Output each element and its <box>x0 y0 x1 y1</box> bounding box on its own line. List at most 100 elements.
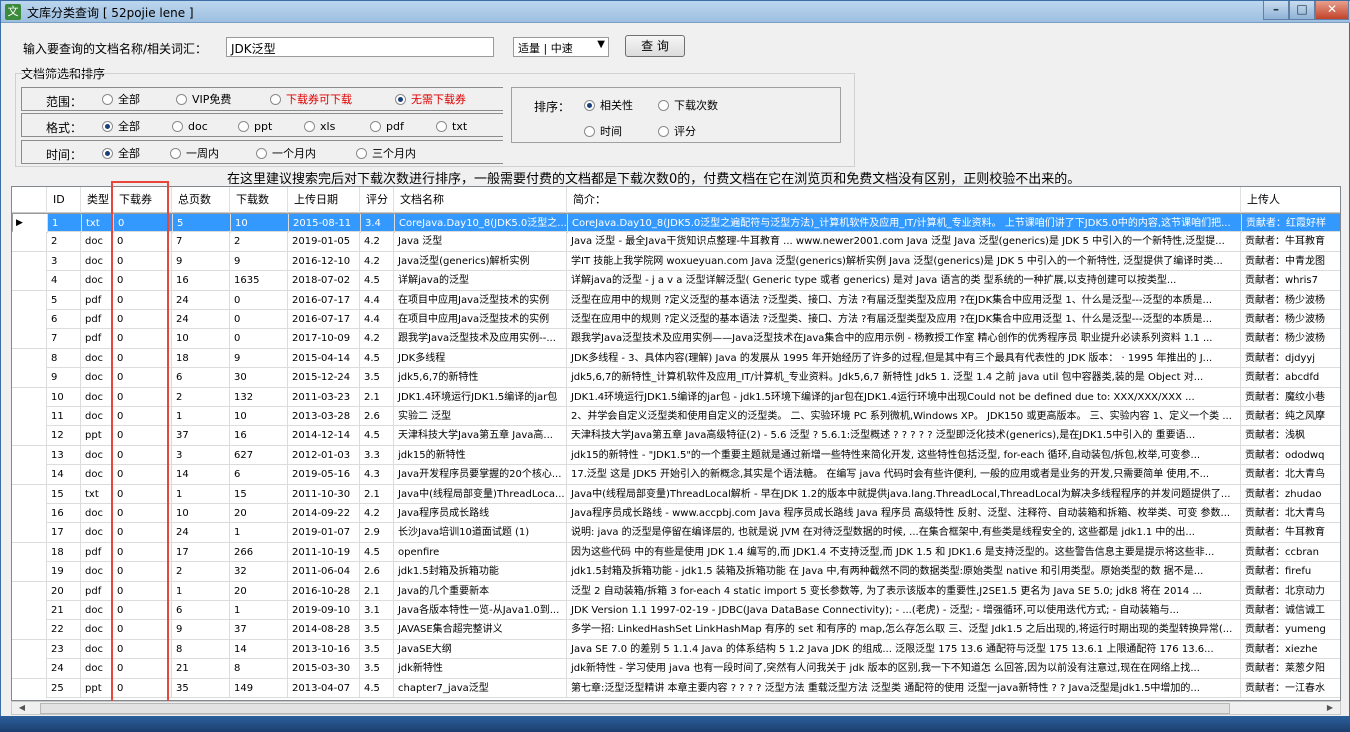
cell-pages[interactable]: 16 <box>172 271 230 291</box>
cell-type[interactable]: doc <box>81 407 113 426</box>
cell-upload-date[interactable]: 2013-04-07 <box>288 678 360 698</box>
cell-coupon[interactable]: 0 <box>113 329 172 349</box>
cell-downloads[interactable]: 10 <box>230 407 288 426</box>
cell-coupon[interactable]: 0 <box>114 214 173 233</box>
cell-id[interactable]: 21 <box>47 601 81 620</box>
cell-summary[interactable]: jdk新特性 - 学习使用 java 也有一段时间了,突然有人问我关于 jdk … <box>567 659 1241 679</box>
scroll-right-icon[interactable]: ▶ <box>1322 702 1338 714</box>
cell-uploader[interactable]: 贡献者：红霞好样 <box>1242 214 1340 233</box>
cell-doc-name[interactable]: 在项目中应用Java泛型技术的实例 <box>394 290 567 310</box>
cell-coupon[interactable]: 0 <box>113 387 172 407</box>
cell-summary[interactable]: 跟我学Java泛型技术及应用实例——Java泛型技术在Java集合中的应用示例 … <box>567 329 1241 349</box>
cell-summary[interactable]: jdk15的新特性 - "JDK1.5"的一个重要主题就是通过新增一些特性来简化… <box>567 445 1241 465</box>
cell-type[interactable]: pdf <box>81 542 113 562</box>
cell-rating[interactable]: 3.3 <box>360 445 394 465</box>
cell-rating[interactable]: 3.1 <box>360 601 394 620</box>
cell-rating[interactable]: 2.1 <box>360 484 394 504</box>
table-row[interactable]: 2 doc 0 7 2 2019-01-05 4.2 Java 泛型 Java 泛型 - 最全J… <box>12 232 1340 252</box>
format-radio-doc[interactable]: doc <box>172 120 208 134</box>
cell-summary[interactable]: 学IT 技能上我学院网 woxueyuan.com Java 泛型(generi… <box>567 251 1241 271</box>
cell-id[interactable]: 8 <box>47 348 81 368</box>
cell-coupon[interactable]: 0 <box>113 232 172 252</box>
row-header[interactable] <box>12 523 47 543</box>
cell-pages[interactable]: 14 <box>172 465 230 485</box>
cell-downloads[interactable]: 20 <box>230 581 288 601</box>
cell-doc-name[interactable]: jdk新特性 <box>394 659 567 679</box>
cell-uploader[interactable]: 贡献者：abcdfd <box>1241 368 1340 387</box>
cell-uploader[interactable]: 贡献者：djdyyj <box>1241 349 1340 368</box>
cell-upload-date[interactable]: 2011-06-04 <box>288 562 360 582</box>
range-radio-vip[interactable]: VIP免费 <box>176 93 231 107</box>
cell-summary[interactable]: JDK Version 1.1 1997-02-19 - JDBC(Java D… <box>567 601 1241 620</box>
cell-doc-name[interactable]: 天津科技大学Java第五章 Java高... <box>394 426 567 446</box>
cell-coupon[interactable]: 0 <box>113 659 172 679</box>
cell-doc-name[interactable]: 跟我学Java泛型技术及应用实例--... <box>394 329 567 349</box>
table-row[interactable]: 13 doc 0 3 627 2012-01-03 3.3 jdk15的新特性 jdk15的新特… <box>12 445 1340 466</box>
cell-doc-name[interactable]: JAVASE集合超完整讲义 <box>394 620 567 640</box>
cell-upload-date[interactable]: 2014-08-28 <box>288 620 360 640</box>
cell-downloads[interactable]: 0 <box>230 290 288 310</box>
cell-summary[interactable]: jdk1.5封箱及拆箱功能 - jdk1.5 装箱及拆箱功能 在 Java 中,… <box>567 562 1241 582</box>
cell-rating[interactable]: 4.2 <box>360 251 394 271</box>
cell-doc-name[interactable]: jdk15的新特性 <box>394 445 567 465</box>
table-row[interactable]: 10 doc 0 2 132 2011-03-23 2.1 JDK1.4环境运行JDK1.5编… <box>12 387 1340 407</box>
cell-id[interactable]: 10 <box>47 387 81 407</box>
cell-pages[interactable]: 35 <box>172 678 230 698</box>
cell-rating[interactable]: 2.6 <box>360 562 394 582</box>
cell-doc-name[interactable]: openfire <box>394 542 567 562</box>
cell-doc-name[interactable]: Java程序员成长路线 <box>394 504 567 523</box>
cell-downloads[interactable]: 2 <box>230 232 288 252</box>
format-radio-xls[interactable]: xls <box>304 120 335 134</box>
cell-uploader[interactable]: 贡献者：北大青鸟 <box>1241 465 1340 484</box>
cell-coupon[interactable]: 0 <box>113 368 172 388</box>
cell-coupon[interactable]: 0 <box>113 581 172 601</box>
cell-summary[interactable]: JDK多线程 - 3、具体内容(理解) Java 的发展从 1995 年开始经历… <box>567 348 1241 368</box>
cell-doc-name[interactable]: Java中(线程局部变量)ThreadLoca... <box>394 484 567 504</box>
format-radio-txt[interactable]: txt <box>436 120 467 134</box>
cell-rating[interactable]: 4.2 <box>360 232 394 252</box>
cell-coupon[interactable]: 0 <box>113 310 172 329</box>
range-radio-all[interactable]: 全部 <box>102 93 140 107</box>
cell-pages[interactable]: 24 <box>172 523 230 543</box>
cell-doc-name[interactable]: jdk1.5封箱及拆箱功能 <box>394 562 567 582</box>
row-header[interactable] <box>12 620 47 640</box>
table-row[interactable]: 8 doc 0 18 9 2015-04-14 4.5 JDK多线程 JDK多线程 - 3、具体… <box>12 348 1340 369</box>
cell-type[interactable]: doc <box>81 504 113 523</box>
cell-pages[interactable]: 2 <box>172 562 230 582</box>
cell-pages[interactable]: 5 <box>173 214 231 233</box>
cell-downloads[interactable]: 16 <box>230 426 288 446</box>
cell-downloads[interactable]: 32 <box>230 562 288 582</box>
cell-doc-name[interactable]: Java 泛型 <box>394 232 567 252</box>
cell-id[interactable]: 20 <box>47 581 81 601</box>
cell-type[interactable]: pdf <box>81 290 113 310</box>
cell-rating[interactable]: 3.4 <box>361 214 395 233</box>
cell-downloads[interactable]: 37 <box>230 620 288 640</box>
cell-coupon[interactable]: 0 <box>113 290 172 310</box>
cell-upload-date[interactable]: 2019-09-10 <box>288 601 360 620</box>
table-row[interactable]: 7 pdf 0 10 0 2017-10-09 4.2 跟我学Java泛型技术及应用实例--.… <box>12 329 1340 349</box>
range-radio-coupon[interactable]: 下载券可下载 <box>270 93 352 107</box>
cell-downloads[interactable]: 9 <box>230 251 288 271</box>
cell-id[interactable]: 13 <box>47 445 81 465</box>
cell-pages[interactable]: 24 <box>172 310 230 329</box>
cell-uploader[interactable]: 贡献者：纯之风摩 <box>1241 407 1340 426</box>
sort-radio-rating[interactable]: 评分 <box>658 125 696 139</box>
cell-id[interactable]: 6 <box>47 310 81 329</box>
cell-doc-name[interactable]: 实验二 泛型 <box>394 407 567 426</box>
cell-downloads[interactable]: 1 <box>230 601 288 620</box>
cell-summary[interactable]: 泛型 2 自动装箱/拆箱 3 for-each 4 static import … <box>567 581 1241 601</box>
row-header[interactable] <box>12 581 47 601</box>
cell-id[interactable]: 23 <box>47 639 81 659</box>
cell-upload-date[interactable]: 2015-03-30 <box>288 659 360 679</box>
table-row[interactable]: 4 doc 0 16 1635 2018-07-02 4.5 详解java的泛型 详解java的… <box>12 271 1340 291</box>
row-header[interactable] <box>12 290 47 310</box>
cell-uploader[interactable]: 贡献者：牛耳教育 <box>1241 232 1340 251</box>
cell-uploader[interactable]: 贡献者：zhudao <box>1241 485 1340 504</box>
column-header-summary[interactable]: 简介： <box>567 187 1241 213</box>
row-header[interactable] <box>12 310 47 329</box>
cell-type[interactable]: doc <box>81 232 113 252</box>
cell-type[interactable]: pdf <box>81 581 113 601</box>
time-radio-month[interactable]: 一个月内 <box>256 147 316 161</box>
cell-type[interactable]: doc <box>81 271 113 291</box>
cell-downloads[interactable]: 0 <box>230 310 288 329</box>
